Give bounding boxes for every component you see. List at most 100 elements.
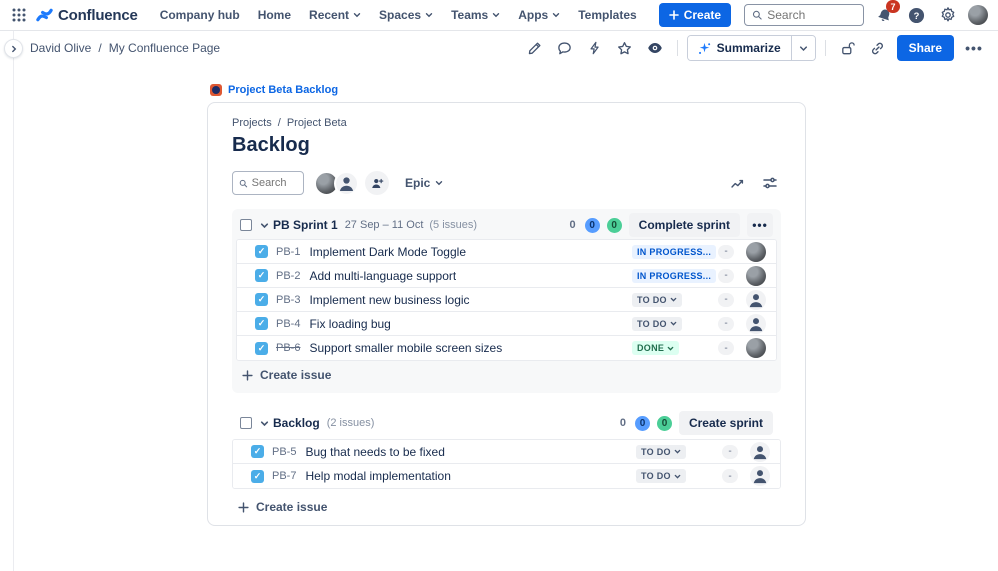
chevron-down-icon xyxy=(353,11,361,19)
chevron-down-icon xyxy=(492,11,500,19)
assignee-avatar[interactable] xyxy=(746,266,766,286)
complete-sprint-button[interactable]: Complete sprint xyxy=(629,213,740,237)
estimate-badge: - xyxy=(722,469,738,483)
help-icon[interactable]: ? xyxy=(904,3,928,27)
add-person-icon[interactable] xyxy=(365,171,389,195)
watch-eye-icon[interactable] xyxy=(642,35,668,61)
status-badge[interactable]: TO DO xyxy=(632,293,682,307)
sprint-name[interactable]: PB Sprint 1 xyxy=(273,218,338,232)
assignee-avatar[interactable] xyxy=(746,314,766,334)
sidebar-rail xyxy=(13,31,14,571)
collapse-chevron-icon[interactable] xyxy=(260,419,269,428)
chevron-down-icon xyxy=(552,11,560,19)
member-avatar[interactable] xyxy=(334,171,359,196)
estimate-badge: - xyxy=(718,269,734,283)
ai-sparkle-icon xyxy=(698,42,711,55)
unlock-icon[interactable] xyxy=(835,35,861,61)
nav-item-spaces[interactable]: Spaces xyxy=(371,3,441,27)
comment-icon[interactable] xyxy=(552,35,578,61)
primary-nav: Company hub Home Recent Spaces Teams App… xyxy=(152,3,645,27)
backlog-select-checkbox[interactable] xyxy=(240,417,252,429)
estimate-badge: - xyxy=(718,245,734,259)
assignee-avatar[interactable] xyxy=(750,466,770,486)
projects-link[interactable]: Projects xyxy=(232,117,272,129)
status-badge[interactable]: TO DO xyxy=(632,317,682,331)
project-link[interactable]: Project Beta xyxy=(287,117,347,129)
assignee-avatar[interactable] xyxy=(746,338,766,358)
assignee-avatar[interactable] xyxy=(746,290,766,310)
star-icon[interactable] xyxy=(612,35,638,61)
board-search-input[interactable] xyxy=(252,177,297,189)
nav-item-templates[interactable]: Templates xyxy=(570,3,644,27)
edit-pencil-icon[interactable] xyxy=(522,35,548,61)
nav-item-apps[interactable]: Apps xyxy=(510,3,568,27)
task-type-icon: ✓ xyxy=(255,293,268,306)
summarize-dropdown-button[interactable] xyxy=(791,36,815,60)
issue-row[interactable]: ✓PB-4Fix loading bugTO DO- xyxy=(237,312,776,336)
create-sprint-button[interactable]: Create sprint xyxy=(679,411,773,435)
status-badge[interactable]: TO DO xyxy=(636,469,686,483)
notifications-bell-icon[interactable]: 7 xyxy=(872,3,896,27)
issue-row[interactable]: ✓PB-1Implement Dark Mode ToggleIN PROGRE… xyxy=(237,240,776,264)
summarize-button[interactable]: Summarize xyxy=(688,36,791,60)
done-count-badge: 0 xyxy=(657,416,672,431)
chevron-right-icon xyxy=(10,45,18,53)
status-badge[interactable]: TO DO xyxy=(636,445,686,459)
issue-row[interactable]: ✓PB-7Help modal implementationTO DO- xyxy=(233,464,780,488)
nav-item-company-hub[interactable]: Company hub xyxy=(152,3,248,27)
nav-item-recent[interactable]: Recent xyxy=(301,3,369,27)
copy-link-icon[interactable] xyxy=(865,35,891,61)
insights-chart-icon[interactable] xyxy=(727,172,749,194)
board-title: Backlog xyxy=(232,134,781,157)
search-icon xyxy=(239,178,248,189)
sidebar-expand-button[interactable] xyxy=(4,39,23,58)
issue-key: PB-7 xyxy=(272,470,296,482)
issue-summary: Help modal implementation xyxy=(305,469,450,483)
chevron-down-icon xyxy=(799,44,808,53)
create-issue-button[interactable]: Create issue xyxy=(232,493,333,521)
user-avatar[interactable] xyxy=(968,5,988,25)
issue-row[interactable]: ✓PB-6Support smaller mobile screen sizes… xyxy=(237,336,776,360)
assignee-avatar[interactable] xyxy=(750,442,770,462)
settings-gear-icon[interactable] xyxy=(936,3,960,27)
issue-row[interactable]: ✓PB-5Bug that needs to be fixedTO DO- xyxy=(233,440,780,464)
breadcrumb-space-link[interactable]: David Olive xyxy=(30,41,91,55)
board-breadcrumb: Projects / Project Beta xyxy=(232,117,781,129)
breadcrumb-page-link[interactable]: My Confluence Page xyxy=(109,41,220,55)
epic-filter-dropdown[interactable]: Epic xyxy=(405,176,443,190)
sprint-select-checkbox[interactable] xyxy=(240,219,252,231)
backlog-name[interactable]: Backlog xyxy=(273,416,320,430)
issue-summary: Support smaller mobile screen sizes xyxy=(309,341,502,355)
summarize-split-button: Summarize xyxy=(687,35,816,61)
more-menu-button[interactable]: ••• xyxy=(960,35,988,61)
nav-item-home[interactable]: Home xyxy=(250,3,299,27)
confluence-logo[interactable]: Confluence xyxy=(36,7,138,24)
status-badge[interactable]: IN PROGRESS... xyxy=(632,245,716,259)
view-settings-sliders-icon[interactable] xyxy=(759,172,781,194)
create-button[interactable]: Create xyxy=(659,3,731,27)
divider xyxy=(677,40,678,56)
backlog-issue-list: ✓PB-5Bug that needs to be fixedTO DO-✓PB… xyxy=(232,439,781,489)
member-avatars xyxy=(314,171,359,196)
plus-icon xyxy=(242,370,253,381)
sprint-more-button[interactable]: ••• xyxy=(747,213,773,237)
board-search[interactable] xyxy=(232,171,304,195)
share-button[interactable]: Share xyxy=(897,35,954,61)
global-search-input[interactable] xyxy=(767,8,856,22)
status-badge[interactable]: IN PROGRESS... xyxy=(632,269,716,283)
issue-row[interactable]: ✓PB-2Add multi-language supportIN PROGRE… xyxy=(237,264,776,288)
collapse-chevron-icon[interactable] xyxy=(260,221,269,230)
status-badge[interactable]: DONE xyxy=(632,341,679,355)
done-count-badge: 0 xyxy=(607,218,622,233)
create-issue-button[interactable]: Create issue xyxy=(236,361,337,389)
embed-smart-link[interactable]: Project Beta Backlog xyxy=(207,84,806,96)
automation-lightning-icon[interactable] xyxy=(582,35,608,61)
breadcrumb: David Olive / My Confluence Page xyxy=(30,41,220,55)
nav-item-teams[interactable]: Teams xyxy=(443,3,508,27)
app-switcher-icon[interactable] xyxy=(6,3,32,27)
issue-row[interactable]: ✓PB-3Implement new business logicTO DO- xyxy=(237,288,776,312)
assignee-avatar[interactable] xyxy=(746,242,766,262)
embed-link-title[interactable]: Project Beta Backlog xyxy=(228,84,338,96)
task-type-icon: ✓ xyxy=(255,317,268,330)
global-search[interactable] xyxy=(744,4,864,26)
